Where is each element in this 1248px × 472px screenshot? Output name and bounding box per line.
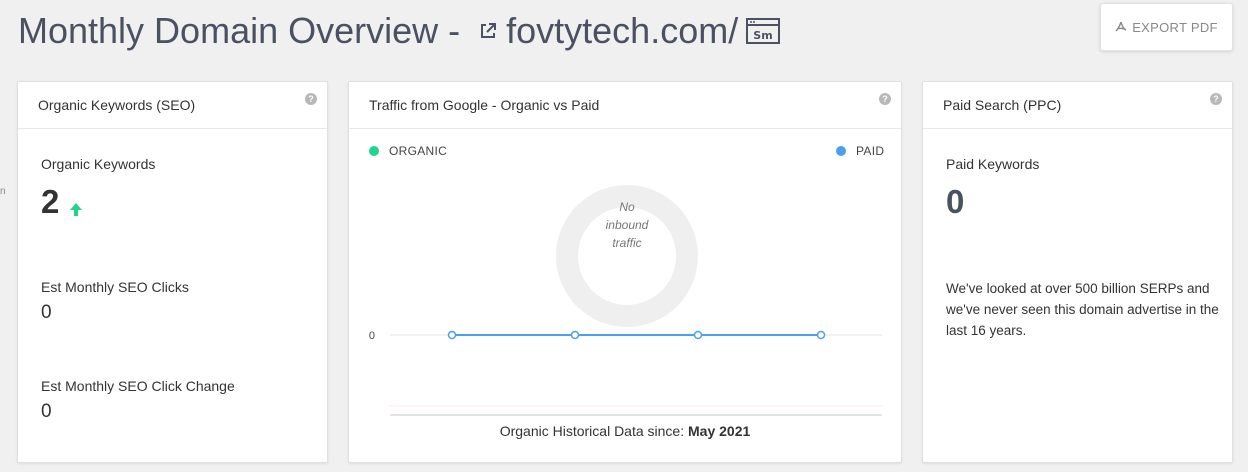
- donut-empty-text: No inbound traffic: [570, 198, 684, 252]
- page-title: Monthly Domain Overview - fovtytech.com/…: [18, 6, 781, 56]
- y-tick-label: 0: [369, 330, 375, 342]
- export-pdf-label: EXPORT PDF: [1132, 19, 1218, 35]
- card-title: Paid Search (PPC): [943, 97, 1062, 113]
- data-point: [570, 330, 580, 340]
- export-pdf-button[interactable]: EXPORT PDF: [1100, 3, 1233, 51]
- traffic-card: Traffic from Google - Organic vs Paid ? …: [348, 81, 902, 463]
- organic-keywords-value: 2: [41, 183, 60, 220]
- card-header: Traffic from Google - Organic vs Paid ?: [349, 82, 901, 129]
- help-icon[interactable]: ?: [879, 93, 891, 105]
- data-point: [447, 330, 457, 340]
- historical-data-date: May 2021: [688, 423, 751, 439]
- ppc-message: We've looked at over 500 billion SERPs a…: [946, 281, 1219, 338]
- historical-data-label: Organic Historical Data since:: [499, 423, 685, 439]
- card-title: Organic Keywords (SEO): [38, 97, 196, 113]
- card-header: Organic Keywords (SEO) ?: [18, 82, 327, 129]
- donut-text-line: inbound: [605, 218, 649, 232]
- help-icon[interactable]: ?: [305, 93, 317, 105]
- pdf-icon: [1115, 21, 1127, 33]
- organic-keywords-label: Organic Keywords: [41, 156, 156, 172]
- donut-text-line: traffic: [612, 236, 642, 250]
- semrush-icon[interactable]: Sm: [746, 18, 781, 44]
- donut-text-line: No: [619, 200, 635, 214]
- traffic-chart: 0MayJunJulAug: [369, 185, 882, 416]
- edge-text: n: [0, 186, 6, 197]
- data-point: [693, 330, 703, 340]
- historical-data-note: Organic Historical Data since: May 2021: [349, 423, 901, 439]
- seo-click-change-value: 0: [41, 401, 52, 422]
- seo-clicks-label: Est Monthly SEO Clicks: [41, 279, 189, 295]
- seo-clicks-value: 0: [41, 302, 52, 323]
- help-icon[interactable]: ?: [1210, 93, 1222, 105]
- paid-search-card: Paid Search (PPC) ? Paid Keywords 0 We'v…: [922, 81, 1233, 463]
- seo-click-change-label: Est Monthly SEO Click Change: [41, 378, 235, 394]
- arrow-up-icon: [68, 201, 84, 222]
- external-link-icon[interactable]: [478, 21, 498, 41]
- organic-keywords-card: Organic Keywords (SEO) ? Organic Keyword…: [17, 81, 328, 463]
- paid-keywords-value: 0: [946, 183, 965, 220]
- svg-text:Sm: Sm: [754, 29, 773, 42]
- domain-link[interactable]: fovtytech.com/: [506, 10, 738, 52]
- paid-keywords-label: Paid Keywords: [946, 156, 1040, 172]
- data-point: [816, 330, 826, 340]
- card-title: Traffic from Google - Organic vs Paid: [369, 97, 600, 113]
- page-title-prefix: Monthly Domain Overview -: [18, 10, 461, 51]
- card-header: Paid Search (PPC) ?: [923, 82, 1232, 129]
